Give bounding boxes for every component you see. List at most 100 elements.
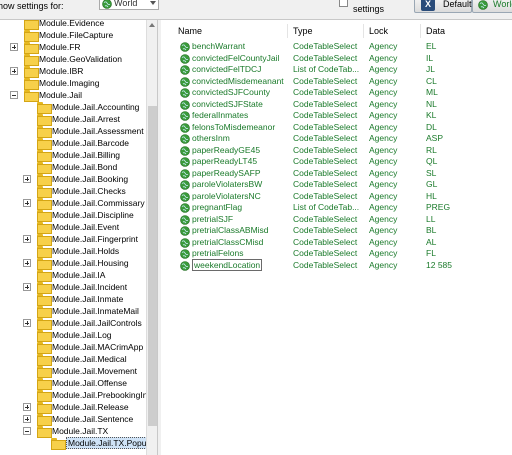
tree-item[interactable]: Module.Jail.TX — [0, 425, 146, 438]
expand-icon[interactable] — [23, 235, 31, 243]
tree-item[interactable]: Module.Jail.Accounting — [0, 101, 146, 114]
tree-item[interactable]: Module.Jail.Release — [0, 401, 146, 414]
tree-item[interactable]: Module.Jail.JailControls — [0, 317, 146, 330]
table-row[interactable]: pretrialFelons CodeTableSelect Agency FL — [173, 248, 512, 260]
expand-icon[interactable] — [10, 67, 18, 75]
table-row[interactable]: paroleViolatersBW CodeTableSelect Agency GL — [173, 179, 512, 191]
column-header-type[interactable]: Type — [288, 24, 364, 38]
table-row[interactable]: pregnantFlag List of CodeTab... Agency PREG — [173, 202, 512, 214]
expand-icon[interactable] — [23, 199, 31, 207]
expand-icon[interactable] — [10, 43, 18, 51]
cell-data[interactable]: EL — [421, 41, 512, 53]
collapse-icon[interactable] — [23, 427, 31, 435]
settings-tree[interactable]: Module.Evidence Module.FileCapture Module.… — [0, 20, 157, 455]
tree-item[interactable]: Module.Jail.Offense — [0, 377, 146, 390]
table-row[interactable]: paperReadySAFP CodeTableSelect Agency SL — [173, 168, 512, 180]
tree-item[interactable]: Module.Jail — [0, 89, 146, 102]
tree-item[interactable]: Module.Jail.Commissary — [0, 197, 146, 210]
tree-item[interactable]: Module.Jail.Arrest — [0, 113, 146, 126]
tree-item[interactable]: Module.Jail.Assessment — [0, 125, 146, 138]
expand-icon[interactable] — [23, 283, 31, 291]
scope-combobox[interactable]: World — [99, 0, 159, 10]
column-header-name[interactable]: Name — [173, 24, 288, 38]
pane-splitter[interactable] — [157, 20, 161, 455]
settings-checkbox[interactable] — [339, 0, 348, 7]
tree-item[interactable]: Module.Jail.PrebookingInt — [0, 389, 150, 402]
table-row[interactable]: paperReadyLT45 CodeTableSelect Agency QL — [173, 156, 512, 168]
cell-data[interactable]: FL — [421, 248, 512, 260]
table-row[interactable]: convictedSJFState CodeTableSelect Agency NL — [173, 99, 512, 111]
tree-item[interactable]: Module.Jail.Medical — [0, 353, 146, 366]
cell-data[interactable]: KL — [421, 110, 512, 122]
expand-icon[interactable] — [23, 415, 31, 423]
tree-item[interactable]: Module.Jail.Fingerprint — [0, 233, 146, 246]
cell-data[interactable]: JL — [421, 64, 512, 76]
cell-data[interactable]: QL — [421, 156, 512, 168]
tree-item[interactable]: Module.Jail.Holds — [0, 245, 146, 258]
table-row[interactable]: benchWarrant CodeTableSelect Agency EL — [173, 41, 512, 53]
tree-item[interactable]: Module.Jail.Sentence — [0, 413, 146, 426]
cell-data[interactable]: NL — [421, 99, 512, 111]
tree-item[interactable]: Module.Jail.Booking — [0, 173, 146, 186]
column-header-lock[interactable]: Lock — [364, 24, 421, 38]
cell-data[interactable]: HL — [421, 191, 512, 203]
table-row[interactable]: othersInm CodeTableSelect Agency ASP — [173, 133, 512, 145]
cell-data[interactable]: BL — [421, 225, 512, 237]
cell-data[interactable]: ML — [421, 87, 512, 99]
tree-item[interactable]: Module.Jail.InmateMail — [0, 305, 146, 318]
table-row[interactable]: convictedSJFCounty CodeTableSelect Agency M… — [173, 87, 512, 99]
tree-item[interactable]: Module.IBR — [0, 65, 146, 78]
tree-item[interactable]: Module.FR — [0, 41, 146, 54]
cell-data[interactable]: 12 585 — [421, 260, 512, 272]
tree-item[interactable]: Module.Jail.Event — [0, 221, 146, 234]
default-button[interactable]: X Default — [414, 0, 472, 13]
tree-item[interactable]: Module.Imaging — [0, 77, 146, 90]
tree-item[interactable]: Module.Jail.IA — [0, 269, 146, 282]
tree-scrollbar[interactable] — [146, 20, 157, 455]
cell-data[interactable]: DL — [421, 122, 512, 134]
cell-data[interactable]: GL — [421, 179, 512, 191]
table-row[interactable]: paperReadyGE45 CodeTableSelect Agency RL — [173, 145, 512, 157]
column-header-data[interactable]: Data — [421, 24, 512, 38]
scroll-up-icon[interactable] — [149, 23, 155, 27]
tree-item[interactable]: Module.GeoValidation — [0, 53, 146, 66]
table-row[interactable]: felonsToMisdemeanor CodeTableSelect Agency… — [173, 122, 512, 134]
table-row[interactable]: paroleViolatersNC CodeTableSelect Agency HL — [173, 191, 512, 203]
expand-icon[interactable] — [23, 175, 31, 183]
tree-item[interactable]: Module.Jail.Barcode — [0, 137, 146, 150]
tree-item[interactable]: Module.Evidence — [0, 20, 146, 30]
expand-icon[interactable] — [23, 259, 31, 267]
world-button[interactable]: World — [472, 0, 512, 13]
tree-item[interactable]: Module.Jail.Inmate — [0, 293, 146, 306]
cell-data[interactable]: AL — [421, 237, 512, 249]
cell-data[interactable]: SL — [421, 168, 512, 180]
table-row[interactable]: federalInmates CodeTableSelect Agency KL — [173, 110, 512, 122]
tree-item[interactable]: Module.Jail.Housing — [0, 257, 146, 270]
tree-item[interactable]: Module.FileCapture — [0, 29, 146, 42]
tree-item[interactable]: Module.Jail.TX.Popula — [0, 437, 156, 450]
tree-item[interactable]: Module.Jail.Log — [0, 329, 146, 342]
table-row[interactable]: weekendLocation CodeTableSelect Agency 12 5… — [173, 258, 512, 272]
cell-data[interactable]: LL — [421, 214, 512, 226]
tree-item[interactable]: Module.Jail.Movement — [0, 365, 146, 378]
table-row[interactable]: convictedFelTDCJ List of CodeTab... Agency… — [173, 64, 512, 76]
name-edit-field[interactable]: weekendLocation — [192, 258, 263, 271]
cell-data[interactable]: ASP — [421, 133, 512, 145]
cell-data[interactable]: PREG — [421, 202, 512, 214]
cell-data[interactable]: IL — [421, 53, 512, 65]
settings-grid[interactable]: Name Type Lock Data benchWarrant CodeTabl… — [173, 24, 512, 455]
table-row[interactable]: pretrialClassABMisd CodeTableSelect Agency… — [173, 225, 512, 237]
table-row[interactable]: convictedFelCountyJail CodeTableSelect Age… — [173, 53, 512, 65]
cell-data[interactable]: RL — [421, 145, 512, 157]
tree-item[interactable]: Module.Jail.Incident — [0, 281, 146, 294]
table-row[interactable]: pretrialClassCMisd CodeTableSelect Agency A… — [173, 237, 512, 249]
scrollbar-thumb[interactable] — [148, 106, 157, 426]
collapse-icon[interactable] — [10, 91, 18, 99]
tree-item[interactable]: Module.Jail.Bond — [0, 161, 146, 174]
tree-item[interactable]: Module.Jail.Billing — [0, 149, 146, 162]
tree-item[interactable]: Module.Jail.Checks — [0, 185, 146, 198]
table-row[interactable]: convictedMisdemeanant CodeTableSelect Agen… — [173, 76, 512, 88]
table-row[interactable]: pretrialSJF CodeTableSelect Agency LL — [173, 214, 512, 226]
tree-item[interactable]: Module.Jail.Discipline — [0, 209, 146, 222]
expand-icon[interactable] — [23, 319, 31, 327]
